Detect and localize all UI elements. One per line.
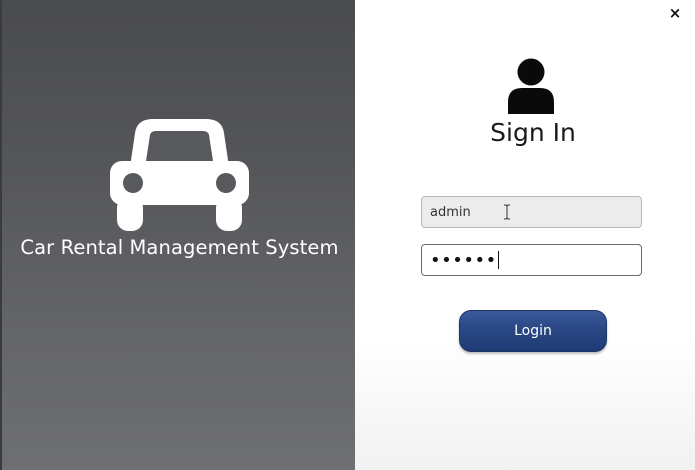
app-title: Car Rental Management System (20, 236, 339, 259)
username-field[interactable] (421, 196, 642, 228)
sign-in-heading: Sign In (490, 118, 576, 147)
car-icon (110, 119, 249, 231)
text-caret (497, 251, 499, 269)
user-icon (508, 58, 554, 114)
close-icon[interactable]: × (665, 3, 685, 23)
login-button[interactable]: Login (459, 310, 607, 352)
i-beam-cursor-icon (504, 204, 510, 220)
password-field[interactable]: •••••• (421, 244, 642, 276)
branding-panel: Car Rental Management System (0, 0, 355, 470)
password-mask: •••••• (430, 249, 497, 271)
